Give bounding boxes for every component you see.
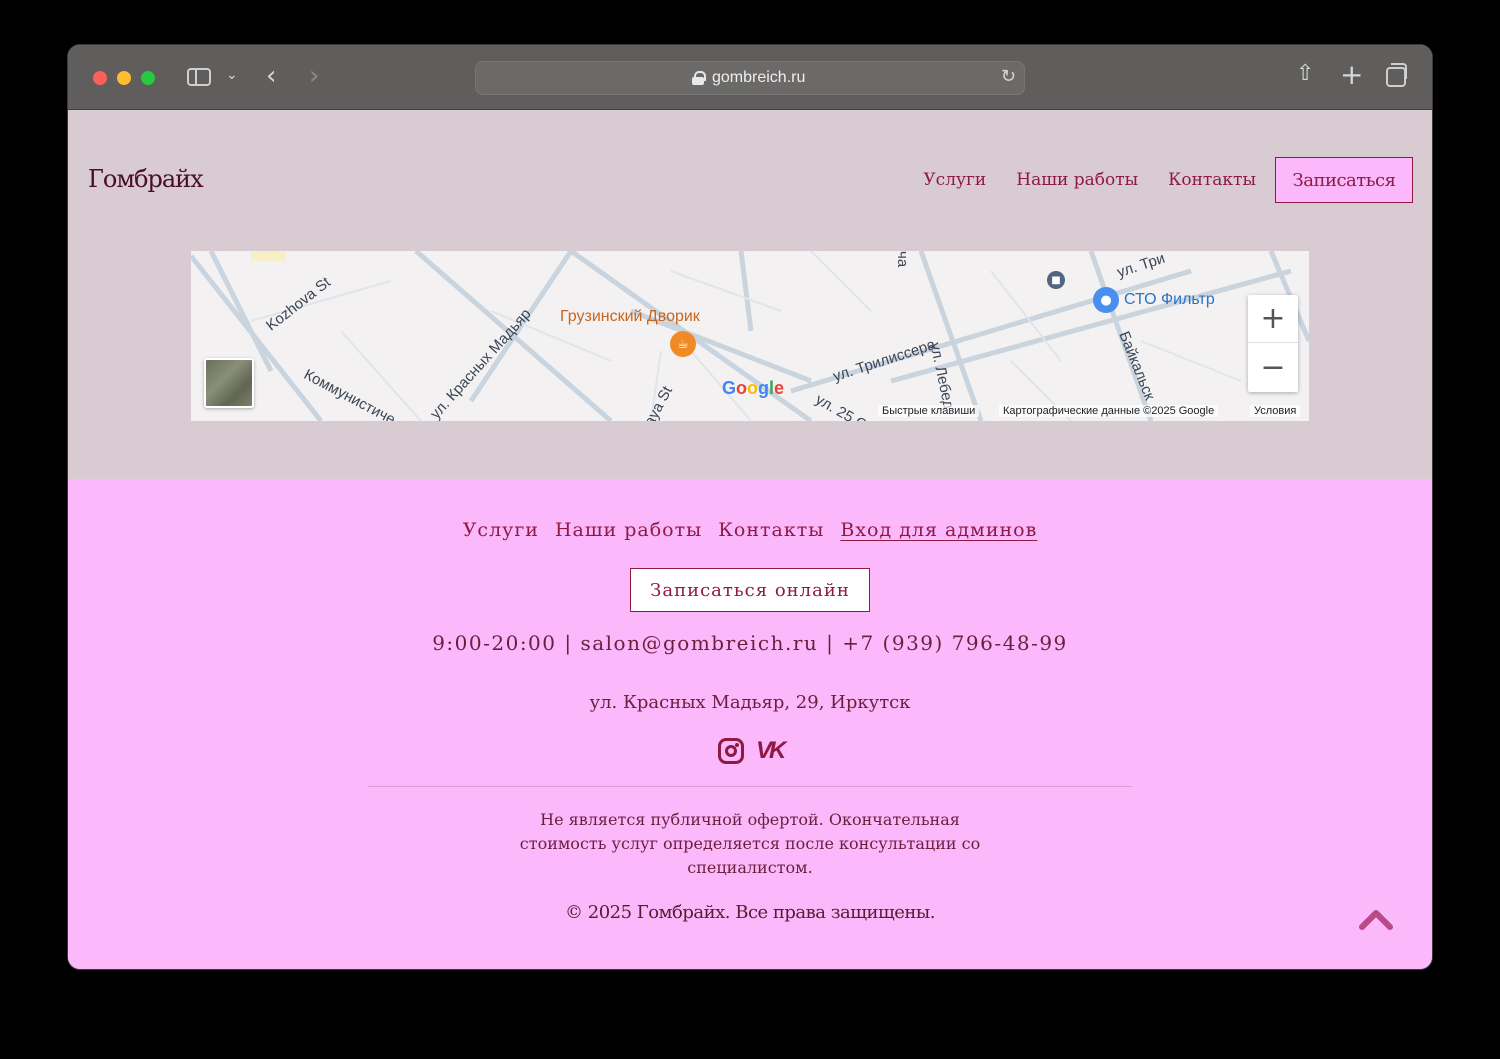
lock-icon: [692, 71, 706, 85]
header-nav: Услуги Наши работы Контакты: [923, 170, 1256, 190]
nav-link-works[interactable]: Наши работы: [1016, 170, 1138, 190]
footer-link-contacts[interactable]: Контакты: [718, 519, 824, 541]
signup-online-button[interactable]: Записаться онлайн: [630, 568, 870, 612]
browser-window: ⌄ ‹ › gombreich.ru ↻ ⇧ + Гомбрайх Услуги…: [68, 45, 1432, 969]
copyright: © 2025 Гомбрайх. Все права защищены.: [565, 902, 935, 923]
map-terms-link[interactable]: Условия: [1250, 405, 1301, 417]
web-page: Гомбрайх Услуги Наши работы Контакты Зап…: [68, 110, 1432, 969]
instagram-icon[interactable]: [718, 738, 744, 764]
map-shortcuts-link[interactable]: Быстрые клавиши: [878, 405, 980, 417]
poi-label-cafe[interactable]: Грузинский Дворик: [560, 308, 700, 326]
scroll-to-top-icon[interactable]: [1358, 907, 1394, 931]
signup-button[interactable]: Записаться: [1275, 157, 1413, 203]
footer-link-services[interactable]: Услуги: [463, 519, 539, 541]
contact-info: 9:00-20:00 | salon@gombreich.ru | +7 (93…: [432, 631, 1068, 655]
disclaimer: Не является публичной офертой. Окончател…: [519, 810, 981, 877]
social-links: VK: [718, 737, 786, 765]
back-arrow-icon[interactable]: ‹: [266, 61, 276, 91]
zoom-in-button[interactable]: +: [1248, 295, 1298, 343]
site-footer: Услуги Наши работы Контакты Вход для адм…: [68, 479, 1432, 969]
browser-toolbar: ⌄ ‹ › gombreich.ru ↻ ⇧ +: [68, 45, 1432, 110]
minimize-window-button[interactable]: [117, 71, 131, 85]
top-section: Гомбрайх Услуги Наши работы Контакты Зап…: [68, 110, 1432, 479]
sidebar-toggle-icon[interactable]: [187, 68, 211, 86]
vk-icon[interactable]: VK: [756, 737, 786, 765]
cafe-icon[interactable]: ☕: [670, 331, 696, 357]
chevron-down-icon[interactable]: ⌄: [226, 67, 238, 83]
address-bar[interactable]: gombreich.ru ↻: [475, 61, 1025, 95]
url-text: gombreich.ru: [712, 69, 806, 86]
footer-link-admin-login[interactable]: Вход для админов: [840, 519, 1037, 541]
zoom-window-button[interactable]: [141, 71, 155, 85]
share-icon[interactable]: ⇧: [1296, 61, 1314, 86]
bus-stop-icon[interactable]: ■: [1047, 271, 1065, 289]
site-logo[interactable]: Гомбрайх: [88, 165, 204, 193]
nav-link-services[interactable]: Услуги: [923, 170, 986, 190]
street-label: ча: [894, 251, 911, 268]
poi-label-service[interactable]: СТО Фильтр: [1124, 291, 1215, 309]
address: ул. Красных Мадьяр, 29, Иркутск: [589, 692, 911, 713]
map-copyright: Картографические данные ©2025 Google: [999, 405, 1219, 417]
shopping-bag-icon[interactable]: ●: [1093, 287, 1119, 313]
footer-link-works[interactable]: Наши работы: [555, 519, 702, 541]
google-logo: Google: [722, 378, 785, 398]
nav-link-contacts[interactable]: Контакты: [1168, 170, 1256, 190]
satellite-layer-toggle[interactable]: [204, 358, 254, 408]
footer-nav: Услуги Наши работы Контакты Вход для адм…: [68, 519, 1432, 541]
close-window-button[interactable]: [93, 71, 107, 85]
zoom-controls: + −: [1248, 295, 1298, 392]
tab-overview-icon[interactable]: [1386, 63, 1407, 87]
zoom-out-button[interactable]: −: [1248, 343, 1298, 391]
google-map[interactable]: Kozhova St ул. Красных Мадьяр Коммунисти…: [191, 251, 1309, 421]
new-tab-icon[interactable]: +: [1340, 58, 1363, 91]
reload-icon[interactable]: ↻: [1001, 66, 1016, 87]
forward-arrow-icon[interactable]: ›: [309, 61, 319, 91]
footer-divider: [368, 786, 1132, 787]
